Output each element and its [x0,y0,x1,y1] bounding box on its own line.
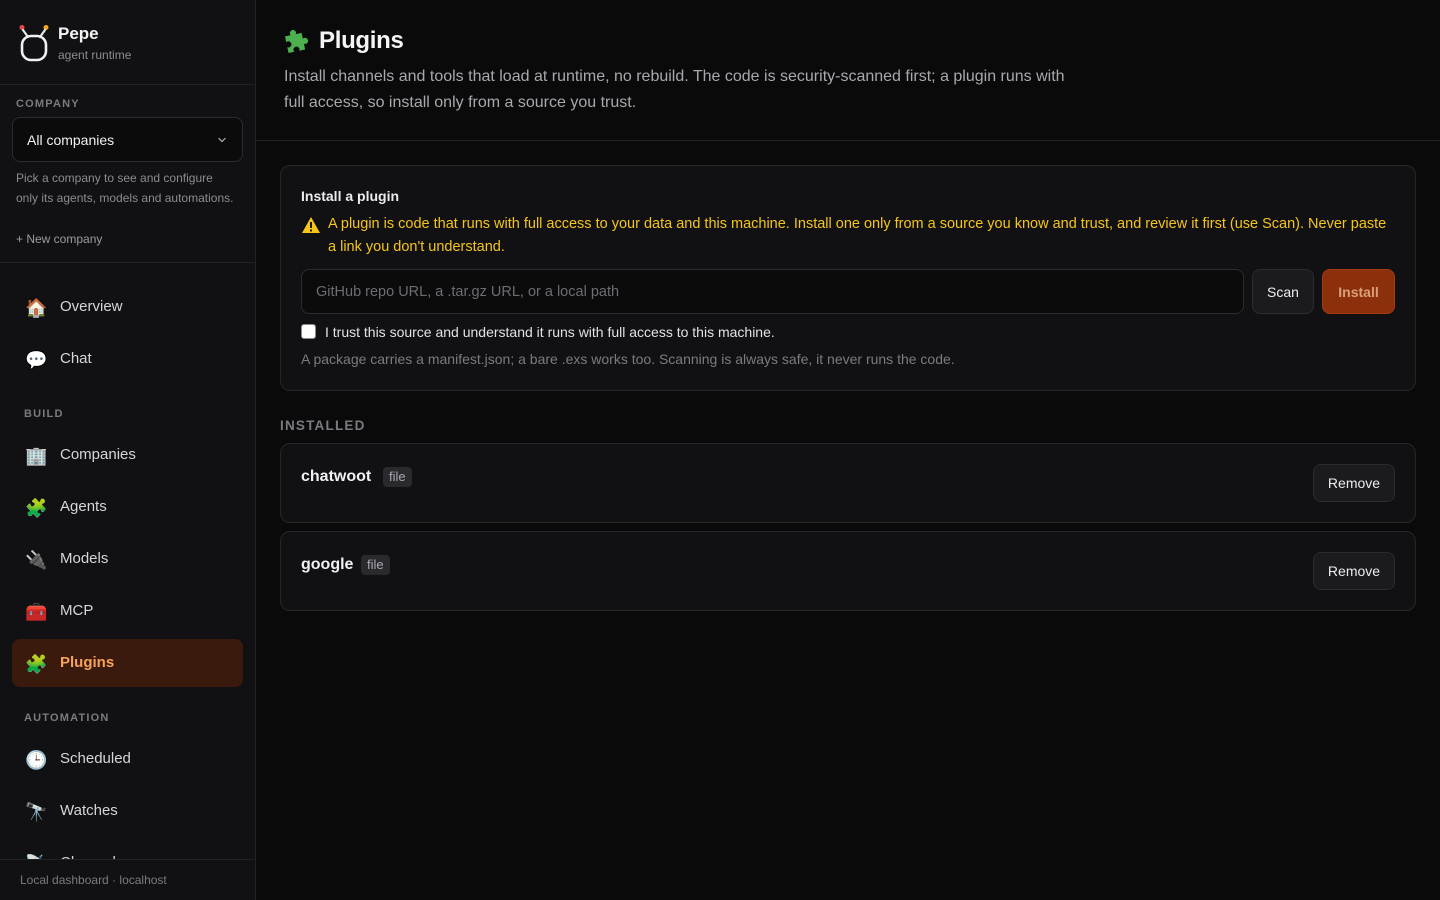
sidebar-item-label: Companies [60,446,136,463]
warning-icon [302,217,320,233]
chevron-down-icon [218,137,226,143]
trust-source-label[interactable]: I trust this source and understand it ru… [325,324,775,340]
sidebar-item-label: Watches [60,802,118,819]
company-select-value: All companies [27,132,115,148]
sidebar-item-label: Agents [60,498,107,515]
footer-text: Local dashboard · localhost [20,873,167,887]
page-description: Install channels and tools that load at … [284,68,1065,111]
sidebar-item-agents[interactable]: 🧩 Agents [12,483,243,531]
plugin-row-google: google file Remove [280,531,1416,611]
sidebar-item-label: Overview [60,298,123,315]
company-help-text: Pick a company to see and configure only… [16,171,234,205]
sidebar-item-models[interactable]: 🔌 Models [12,535,243,583]
plugin-name: chatwoot [301,468,372,485]
trust-source-checkbox[interactable] [301,324,316,339]
tomato-logo-icon [19,25,49,62]
security-warning: A plugin is code that runs with full acc… [328,216,1387,255]
plugin-row-chatwoot: chatwoot file Remove [280,443,1416,523]
sidebar-item-label: Scheduled [60,750,131,767]
puzzle-piece-icon: 🧩 [25,654,48,674]
brand-name: Pepe [58,24,99,43]
toolbox-icon: 🧰 [25,602,48,622]
house-icon: 🏠 [25,298,48,318]
sidebar-item-label: MCP [60,602,94,619]
company-section-label: COMPANY [16,98,80,110]
sidebar-item-companies[interactable]: 🏢 Companies [12,431,243,479]
sidebar: Pepe agent runtime COMPANY All companies… [0,0,256,900]
puzzle-piece-icon [284,30,309,54]
remove-plugin-button[interactable]: Remove [1313,552,1395,590]
package-help-text: A package carries a manifest.json; a bar… [301,351,955,367]
page-header: Plugins Install channels and tools that … [256,0,1440,141]
clock-icon: 🕒 [25,750,48,770]
sidebar-item-mcp[interactable]: 🧰 MCP [12,587,243,635]
plug-icon: 🔌 [25,550,48,570]
brand-header: Pepe agent runtime [0,0,255,85]
nav-group-build-label: BUILD [24,408,64,420]
sidebar-item-plugins[interactable]: 🧩 Plugins [12,639,243,687]
sidebar-item-overview[interactable]: 🏠 Overview [12,283,243,331]
page-title: Plugins [319,27,404,54]
sidebar-item-label: Models [60,550,109,567]
scan-button[interactable]: Scan [1252,269,1314,314]
office-building-icon: 🏢 [25,446,48,466]
remove-plugin-button[interactable]: Remove [1313,464,1395,502]
puzzle-piece-icon: 🧩 [25,498,48,518]
install-plugin-card: Install a plugin A plugin is code that r… [280,165,1416,391]
telescope-icon: 🔭 [25,802,48,822]
sidebar-item-chat[interactable]: 💬 Chat [12,335,243,383]
brand-subtitle: agent runtime [58,48,132,62]
sidebar-item-label: Plugins [60,654,115,671]
new-company-link[interactable]: + New company [16,232,102,246]
sidebar-footer: Local dashboard · localhost [0,859,255,900]
install-button[interactable]: Install [1322,269,1395,314]
sidebar-item-watches[interactable]: 🔭 Watches [12,787,243,835]
install-card-title: Install a plugin [301,188,400,204]
sidebar-item-label: Chat [60,350,92,367]
plugin-type-badge: file [383,467,412,487]
installed-section-label: INSTALLED [280,418,366,433]
speech-bubble-icon: 💬 [25,350,48,370]
nav-group-automation-label: AUTOMATION [24,712,110,724]
company-section: COMPANY All companies Pick a company to … [0,85,255,263]
plugin-type-badge: file [361,555,390,575]
plugin-name: google [301,556,354,573]
sidebar-item-scheduled[interactable]: 🕒 Scheduled [12,735,243,783]
main-content: Plugins Install channels and tools that … [256,0,1440,900]
company-select[interactable]: All companies [12,117,243,162]
plugin-source-input[interactable] [301,269,1244,314]
